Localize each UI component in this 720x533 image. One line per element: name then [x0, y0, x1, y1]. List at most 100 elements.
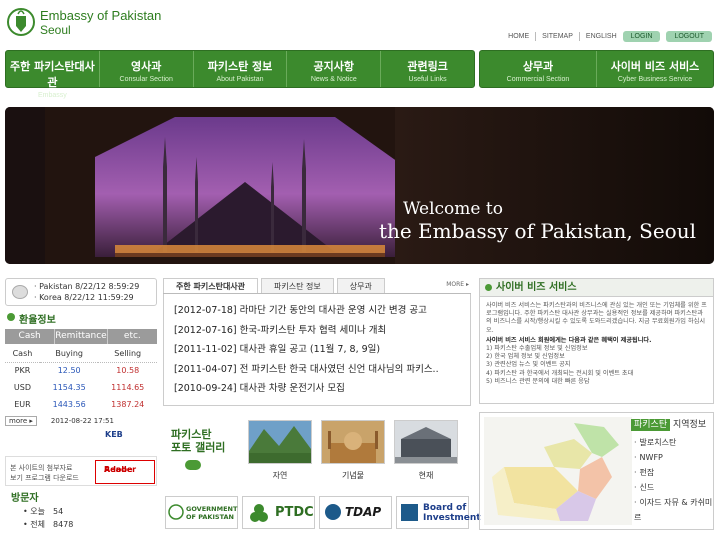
login-button[interactable]: LOGIN — [622, 31, 661, 42]
currency-code: PKR — [14, 366, 31, 376]
currency-code: EUR — [14, 400, 31, 409]
cyber-business-title[interactable]: 사이버 비즈 서비스 — [480, 279, 713, 297]
arrow-right-icon[interactable] — [185, 460, 201, 470]
notice-tabs: 주한 파키스탄대사관 파키스탄 정보 상무과 — [163, 278, 471, 294]
benefit-item: 1) 파키스탄 수출업체 정보 및 신업정보 — [486, 345, 588, 353]
gallery-label-monument: 기념물 — [341, 471, 365, 480]
tab-embassy-notices[interactable]: 주한 파키스탄대사관 — [163, 278, 259, 293]
region-link-punjab[interactable]: 펀잡 — [634, 465, 713, 480]
business-nav: 상무과 Commercial Section 사이버 비즈 서비스 Cyber Bu… — [479, 50, 714, 88]
notice-more-link[interactable]: MORE ▸ — [446, 281, 469, 288]
notice-item[interactable]: [2012-07-16] 한국-파키스탄 투자 협력 세미나 개최 — [174, 322, 470, 342]
gallery-label-present: 현재 — [418, 471, 434, 480]
adobe-badge-line2: Reader — [104, 465, 137, 474]
nav-label-ko: 주한 파키스탄대사관 — [10, 60, 95, 89]
cyber-business-body: 사이버 비즈 서비스는 파키스탄과의 비즈니스에 관심 있는 개인 또는 기업체… — [480, 297, 713, 391]
total-count: 8478 — [53, 520, 74, 529]
nav-cyber-business[interactable]: 사이버 비즈 서비스 Cyber Business Service — [596, 51, 713, 87]
gallery-title-line2: 포토 갤러리 — [171, 441, 226, 454]
pakistan-time: · Pakistan 8/22/12 8:59:29 — [34, 282, 140, 291]
gallery-thumb-nature[interactable] — [248, 420, 312, 464]
nav-news-notice[interactable]: 공지사항 News & Notice — [286, 51, 380, 87]
exchange-updated-time: 2012-08-22 17:51 — [50, 417, 114, 425]
selling-rate: 10.58 — [116, 366, 140, 376]
clock-icon — [12, 285, 28, 299]
tab-etc[interactable]: etc. — [106, 329, 157, 344]
banner-line2: the Embassy of Pakistan, Seoul — [378, 219, 696, 243]
region-link-ajk[interactable]: 이자드 자뮤 & 카쉬미르 — [634, 495, 713, 525]
nav-label-ko: 상무과 — [522, 60, 554, 73]
tab-cash[interactable]: Cash — [5, 329, 54, 344]
region-link-sindh[interactable]: 신드 — [634, 480, 713, 495]
tdap-link[interactable]: TDAP — [319, 496, 392, 529]
region-title-highlight: 파키스탄 — [631, 419, 671, 431]
english-link[interactable]: ENGLISH — [586, 33, 617, 40]
notice-item[interactable]: [2012-07-18] 라마단 기간 동안의 대사관 운영 시간 변경 공고 — [174, 302, 470, 322]
tab-remittance[interactable]: Remittance — [54, 329, 107, 344]
tab-pakistan-info[interactable]: 파키스탄 정보 — [261, 278, 334, 293]
nav-label-en: Commercial Section — [506, 76, 570, 83]
region-link-nwfp[interactable]: NWFP — [634, 450, 713, 465]
embassy-emblem-icon[interactable] — [6, 6, 36, 38]
notice-item[interactable]: [2010-09-24] 대사관 차량 운전기사 모집 — [174, 380, 470, 400]
korea-time: · Korea 8/22/12 11:59:29 — [34, 293, 134, 302]
gov-logo-line1: GOVERNMENT — [186, 505, 238, 513]
gallery-title[interactable]: 파키스탄 포토 갤러리 — [171, 428, 225, 454]
region-link-balochistan[interactable]: 발로치스탄 — [634, 435, 713, 450]
notice-list-container: [2012-07-18] 라마단 기간 동안의 대사관 운영 시간 변경 공고 … — [163, 294, 471, 406]
world-clock: · Pakistan 8/22/12 8:59:29 · Korea 8/22/… — [5, 278, 157, 306]
nav-about-pakistan[interactable]: 파키스탄 정보 About Pakistan — [192, 51, 287, 87]
table-row: EUR 1443.56 1387.24 — [5, 396, 157, 413]
government-of-pakistan-link[interactable]: GOVERNMENT OF PAKISTAN — [165, 496, 238, 529]
sitemap-link[interactable]: SITEMAP — [542, 33, 573, 40]
top-utility-nav: HOME SITEMAP ENGLISH LOGIN LOGOUT — [508, 31, 712, 42]
pakistan-map-image[interactable] — [484, 417, 632, 525]
nav-label-en: Cyber Business Service — [617, 76, 693, 83]
buying-rate: 12.50 — [57, 366, 81, 376]
benefits-title: 사이버 비즈 서비스 회원에게는 다음과 같은 혜택이 제공됩니다. — [486, 336, 652, 344]
regional-info-title: 파키스탄 지역정보 — [631, 417, 707, 431]
nav-embassy[interactable]: 주한 파키스탄대사관 Embassy — [6, 51, 99, 99]
benefit-item: 4) 파키스탄 과 한국에서 개최되는 전시회 및 이벤트 초대 — [486, 369, 634, 377]
exchange-more-button[interactable]: more ▸ — [5, 416, 37, 426]
gallery-title-line1: 파키스탄 — [171, 428, 212, 441]
nav-label-en: Embassy — [38, 92, 67, 99]
tdap-logo-text: TDAP — [345, 505, 382, 519]
today-visitors: • 오늘 54 — [23, 507, 64, 516]
nav-commercial[interactable]: 상무과 Commercial Section — [480, 51, 596, 87]
visitors-title: 방문자 — [11, 493, 39, 504]
gallery-thumb-monument[interactable] — [321, 420, 385, 464]
exchange-tabs: Cash Remittance etc. — [5, 329, 157, 344]
benefit-item: 5) 비즈니스 관련 문의에 대한 빠른 응답 — [486, 377, 590, 385]
nav-label-en: Useful Links — [408, 76, 447, 83]
gallery-thumb-present[interactable] — [394, 420, 458, 464]
tab-commercial[interactable]: 상무과 — [336, 278, 385, 293]
divider — [535, 32, 537, 41]
board-of-investment-link[interactable]: Board of Investment — [396, 496, 481, 529]
nav-label-en: Consular Section — [119, 76, 173, 83]
adobe-reader-download[interactable]: 본 사이트의 첨부자료 보기 프로그램 다운로드 Adobe Reader — [5, 456, 157, 486]
site-logo-text[interactable]: Embassy of Pakistan Seoul — [40, 9, 161, 38]
photo-gallery: 파키스탄 포토 갤러리 자연 기념물 현재 — [163, 418, 471, 488]
cyber-business-panel: 사이버 비즈 서비스 사이버 비즈 서비스는 파키스탄과의 비즈니스에 관심 있… — [479, 278, 714, 404]
adobe-reader-icon[interactable]: Adobe Reader — [95, 460, 155, 484]
boi-logo-line2: Investment — [423, 513, 481, 523]
table-row: PKR 12.50 10.58 — [5, 362, 157, 379]
nav-label-ko: 파키스탄 정보 — [207, 60, 273, 73]
nav-useful-links[interactable]: 관련링크 Useful Links — [380, 51, 474, 87]
nav-consular[interactable]: 영사과 Consular Section — [98, 51, 193, 87]
exchange-footer: more ▸ 2012-08-22 17:51 — [5, 416, 157, 426]
gov-logo-text: GOVERNMENT OF PAKISTAN — [186, 505, 237, 521]
column-header: Cash — [12, 349, 33, 359]
adobe-text-line2: 보기 프로그램 다운로드 — [10, 474, 79, 482]
notice-item[interactable]: [2011-11-02] 대사관 휴일 공고 (11월 7, 8, 9일) — [174, 341, 470, 361]
home-link[interactable]: HOME — [508, 33, 529, 40]
logout-button[interactable]: LOGOUT — [666, 31, 712, 42]
region-title-rest: 지역정보 — [670, 420, 707, 430]
ptdc-link[interactable]: PTDC — [242, 496, 315, 529]
exchange-title: 환율정보 — [5, 311, 157, 326]
keb-bank-logo[interactable]: KEB — [105, 430, 157, 439]
notice-item[interactable]: [2011-04-07] 전 파키스탄 한국 대사였던 신언 대사님의 파키스.… — [174, 361, 470, 381]
benefit-item: 3) 관련산업 뉴스 및 이벤트 공지 — [486, 361, 571, 369]
divider — [578, 32, 580, 41]
